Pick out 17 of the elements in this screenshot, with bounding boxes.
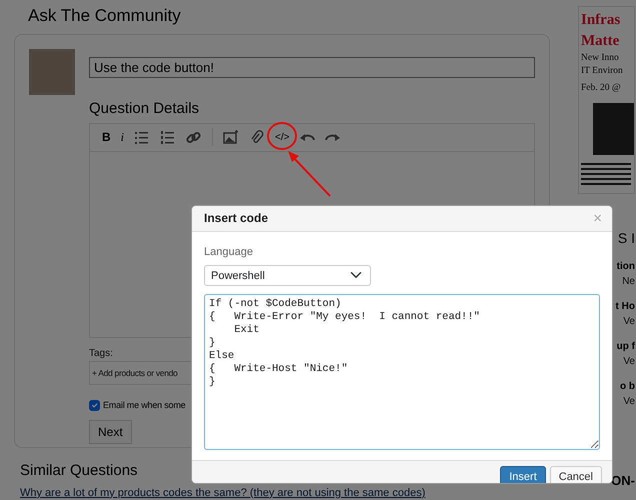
dialog-title: Insert code: [204, 211, 268, 226]
sidebar-meta: Ve: [622, 355, 635, 369]
ad-text: Feb. 20 @: [581, 82, 622, 95]
ad-text: New Inno: [581, 52, 620, 65]
ad-headline: Matte: [581, 32, 620, 51]
ad-headline: Infras: [581, 11, 622, 30]
language-label: Language: [204, 245, 254, 260]
sidebar-heading: S I: [616, 229, 635, 248]
tags-label: Tags:: [89, 346, 113, 361]
sidebar-meta: Ne: [621, 275, 635, 289]
similar-questions-heading: Similar Questions: [20, 461, 138, 482]
ad-text: IT Environ: [581, 65, 624, 78]
question-details-label: Question Details: [89, 99, 200, 120]
sidebar-meta: Ve: [622, 315, 635, 329]
sidebar-meta: Ve: [622, 395, 635, 409]
page-title: Ask The Community: [28, 6, 182, 26]
email-label: Email me when some: [103, 398, 186, 412]
